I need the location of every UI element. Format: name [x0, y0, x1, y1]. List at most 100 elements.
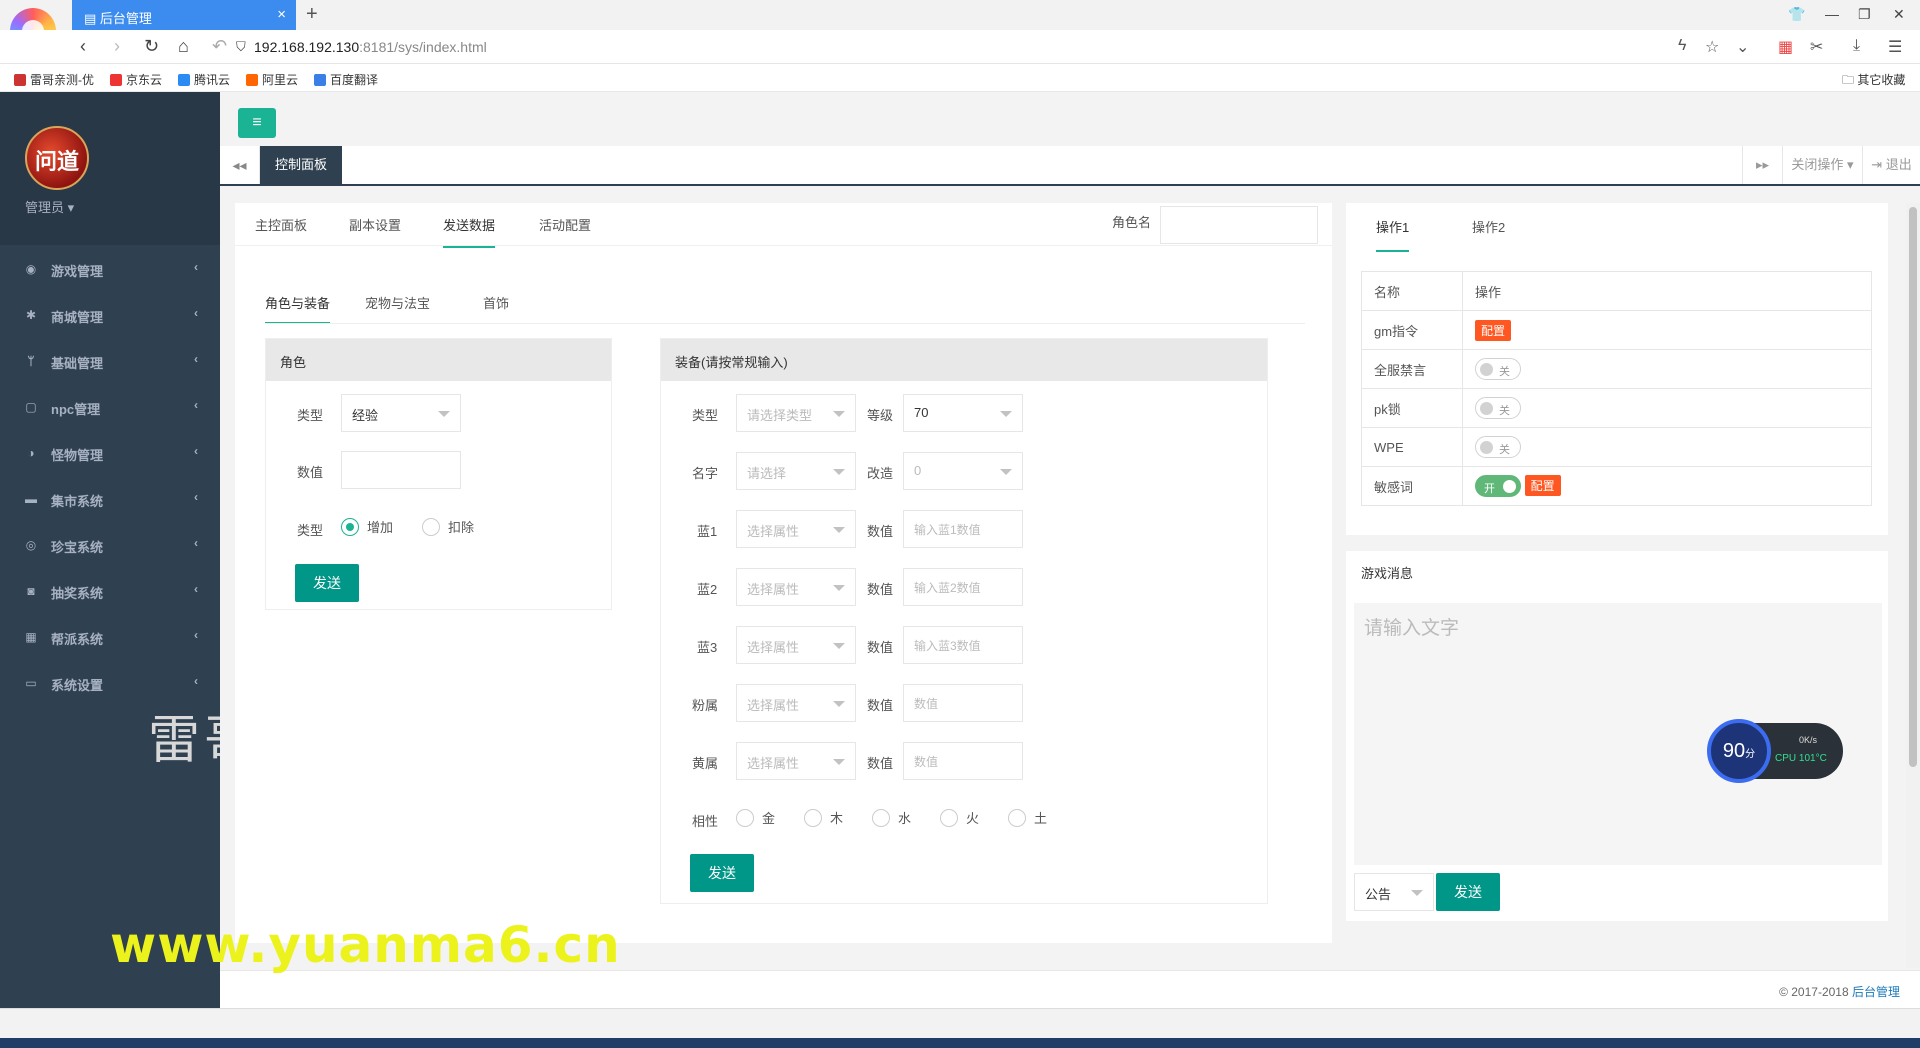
bookmark-item[interactable]: 阿里云	[246, 71, 298, 88]
sidebar-item-game[interactable]: ◉ 游戏管理 ‹	[0, 247, 220, 293]
radio-deduct[interactable]: 扣除	[422, 517, 474, 536]
pink-value-input[interactable]: 数值	[903, 684, 1023, 722]
blue2-value-input[interactable]: 输入蓝2数值	[903, 568, 1023, 606]
tabs-scroll-left-icon[interactable]: ◂◂	[220, 146, 260, 184]
top-navbar: ≡	[220, 92, 1920, 146]
message-type-select[interactable]: 公告	[1354, 873, 1434, 911]
sidebar-item-treasure[interactable]: ◎ 珍宝系统 ‹	[0, 523, 220, 569]
subtab-pet-treasure[interactable]: 宠物与法宝	[365, 293, 430, 312]
sidebar-item-guild[interactable]: ▦ 帮派系统 ‹	[0, 615, 220, 661]
sidebar-item-shop[interactable]: ✱ 商城管理 ‹	[0, 293, 220, 339]
equip-modify-select[interactable]: 0	[903, 452, 1023, 490]
new-tab-icon[interactable]: +	[306, 3, 318, 26]
equip-type-select[interactable]: 请选择类型	[736, 394, 856, 432]
config-button[interactable]: 配置	[1524, 474, 1561, 496]
tab-main-control[interactable]: 主控面板	[255, 215, 307, 234]
blue1-label: 蓝1	[697, 524, 718, 539]
table-row: 敏感词 开 配置	[1361, 466, 1872, 506]
blue1-attr-select[interactable]: 选择属性	[736, 510, 856, 548]
tab-ops2[interactable]: 操作2	[1472, 217, 1505, 236]
subtab-role-equip[interactable]: 角色与装备	[265, 293, 331, 324]
browser-statusbar	[0, 1008, 1920, 1038]
admin-dropdown[interactable]: 管理员 ▾	[25, 197, 74, 216]
blue3-value-input[interactable]: 输入蓝3数值	[903, 626, 1023, 664]
tab-dungeon-settings[interactable]: 副本设置	[349, 215, 401, 234]
divider	[265, 323, 1305, 324]
sidebar-item-market[interactable]: ▬ 集市系统 ‹	[0, 477, 220, 523]
radio-wood[interactable]: 木	[804, 808, 843, 827]
tab-ops1[interactable]: 操作1	[1376, 217, 1410, 252]
scroll-thumb[interactable]	[1909, 207, 1917, 767]
table-header: 名称 操作	[1361, 271, 1872, 311]
menu-icon[interactable]: ☰	[1888, 37, 1902, 57]
desktop-icon: ▭	[25, 676, 37, 690]
role-send-button[interactable]: 发送	[295, 564, 359, 602]
sidebar-profile: 问道 管理员 ▾	[0, 92, 220, 245]
radio-water[interactable]: 水	[872, 808, 911, 827]
blue2-attr-select[interactable]: 选择属性	[736, 568, 856, 606]
cpu-monitor-widget[interactable]: 90分 0K/s CPU 101°C	[1707, 719, 1843, 783]
restore-icon[interactable]: ❐	[1858, 6, 1871, 23]
sidebar-item-npc[interactable]: ▢ npc管理 ‹	[0, 385, 220, 431]
sensitive-words-switch[interactable]: 开	[1475, 475, 1521, 498]
message-send-button[interactable]: 发送	[1436, 873, 1500, 911]
scissors-icon[interactable]: ✂	[1810, 37, 1823, 57]
row-name: WPE	[1361, 427, 1463, 467]
wpe-switch[interactable]: 关	[1475, 436, 1521, 458]
close-ops-dropdown[interactable]: 关闭操作 ▾	[1782, 146, 1862, 184]
bookmark-item[interactable]: 雷哥亲测-优	[14, 71, 94, 88]
download-icon[interactable]: ⤓	[1853, 37, 1860, 55]
bookmark-item[interactable]: 腾讯云	[178, 71, 230, 88]
tab-send-data[interactable]: 发送数据	[443, 215, 496, 248]
home-icon[interactable]: ⌂	[178, 36, 189, 57]
forward-icon[interactable]: ›	[114, 36, 120, 57]
page-scrollbar[interactable]	[1906, 203, 1920, 968]
star-icon[interactable]: ☆	[1705, 37, 1719, 57]
tab-event-config[interactable]: 活动配置	[539, 215, 591, 234]
radio-fire[interactable]: 火	[940, 808, 979, 827]
role-type-select[interactable]: 经验	[341, 394, 461, 432]
blue2-value-label: 数值	[867, 582, 894, 597]
back-icon[interactable]: ‹	[80, 36, 86, 57]
sidebar-item-monster[interactable]: ◑ 怪物管理 ‹	[0, 431, 220, 477]
sidebar-item-basic[interactable]: ᛘ 基础管理 ‹	[0, 339, 220, 385]
disc-icon: ◎	[25, 538, 37, 552]
yellow-value-input[interactable]: 数值	[903, 742, 1023, 780]
bookmark-item[interactable]: 百度翻译	[314, 71, 378, 88]
role-name-input[interactable]	[1160, 206, 1318, 244]
mute-all-switch[interactable]: 关	[1475, 358, 1521, 380]
role-value-input[interactable]	[341, 451, 461, 489]
other-bookmarks[interactable]: 🗀 其它收藏	[1842, 71, 1905, 92]
pk-lock-switch[interactable]: 关	[1475, 397, 1521, 419]
url-field[interactable]: 192.168.192.130:8181/sys/index.html	[254, 39, 487, 55]
blue3-attr-select[interactable]: 选择属性	[736, 626, 856, 664]
window-close-icon[interactable]: ✕	[1893, 6, 1905, 23]
close-icon[interactable]: ×	[277, 6, 286, 23]
tab-control-panel[interactable]: 控制面板	[260, 146, 342, 184]
blue1-value-input[interactable]: 输入蓝1数值	[903, 510, 1023, 548]
menu-toggle-button[interactable]: ≡	[238, 108, 276, 138]
minimize-icon[interactable]: —	[1825, 6, 1839, 22]
tabs-scroll-right-icon[interactable]: ▸▸	[1742, 146, 1782, 184]
undo-icon[interactable]: ↶	[212, 36, 227, 57]
radio-earth[interactable]: 土	[1008, 808, 1047, 827]
equip-level-select[interactable]: 70	[903, 394, 1023, 432]
chevron-down-icon[interactable]: ⌄	[1736, 37, 1749, 57]
radio-add[interactable]: 增加	[341, 517, 393, 536]
logout-button[interactable]: ⇥ 退出	[1862, 146, 1920, 184]
apps-icon[interactable]: ▦	[1778, 37, 1793, 57]
subtab-jewelry[interactable]: 首饰	[483, 293, 509, 312]
equip-name-select[interactable]: 请选择	[736, 452, 856, 490]
bolt-icon[interactable]: ϟ	[1678, 37, 1686, 55]
radio-metal[interactable]: 金	[736, 808, 775, 827]
pink-attr-select[interactable]: 选择属性	[736, 684, 856, 722]
sidebar-item-lottery[interactable]: ◙ 抽奖系统 ‹	[0, 569, 220, 615]
bookmark-item[interactable]: 京东云	[110, 71, 162, 88]
config-button[interactable]: 配置	[1475, 319, 1512, 341]
equip-send-button[interactable]: 发送	[690, 854, 754, 892]
browser-tab[interactable]: ▤ 后台管理 ×	[72, 0, 296, 30]
shirt-icon[interactable]: 👕	[1788, 6, 1805, 23]
yellow-attr-select[interactable]: 选择属性	[736, 742, 856, 780]
chevron-left-icon: ‹	[194, 536, 198, 550]
reload-icon[interactable]: ↻	[144, 36, 159, 57]
